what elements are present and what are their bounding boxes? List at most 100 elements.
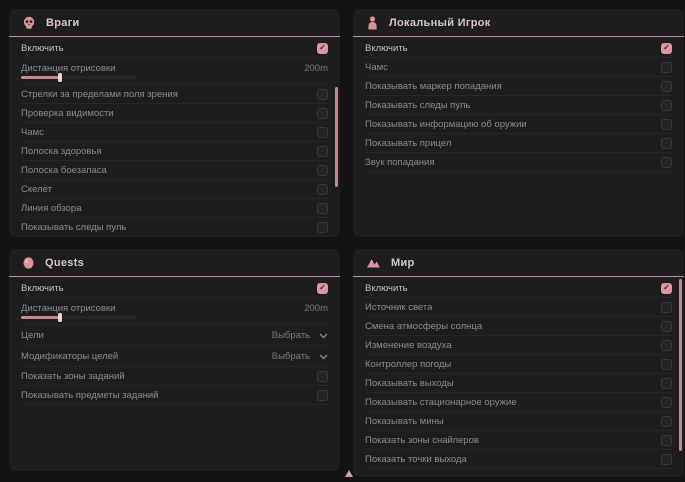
toggle-row[interactable]: Полоска здоровья	[21, 142, 328, 161]
panel-title: Враги	[46, 17, 80, 29]
checkbox[interactable]	[317, 184, 328, 195]
toggle-row[interactable]: Показывать следы пуль	[21, 218, 328, 237]
dropdown-label: Цели	[21, 330, 44, 341]
checkbox[interactable]	[317, 371, 328, 382]
toggle-label: Включить	[21, 283, 64, 294]
scrollbar[interactable]	[679, 279, 682, 451]
toggle-label: Показать зоны снайперов	[365, 435, 479, 446]
checkbox[interactable]	[661, 416, 672, 427]
checkbox[interactable]	[661, 62, 672, 73]
toggle-row[interactable]: Звук попадания	[365, 153, 672, 172]
toggle-label: Включить	[365, 283, 408, 294]
checkbox[interactable]	[661, 397, 672, 408]
chevron-down-icon	[319, 326, 328, 344]
toggle-row[interactable]: Показать точки выхода	[365, 450, 672, 469]
checkbox[interactable]	[317, 127, 328, 138]
toggle-row[interactable]: Изменение воздуха	[365, 336, 672, 355]
toggle-row[interactable]: Стрелки за пределами поля зрения	[21, 85, 328, 104]
slider-row-render-distance[interactable]: Дистанция отрисовки 200m	[21, 298, 328, 325]
checkbox[interactable]	[317, 390, 328, 401]
cursor-pointer	[345, 470, 353, 477]
toggle-row-enable[interactable]: Включить	[21, 39, 328, 58]
toggle-label: Контроллер погоды	[365, 359, 451, 370]
toggle-label: Звук попадания	[365, 157, 435, 168]
toggle-label: Полоска здоровья	[21, 146, 102, 157]
checkbox[interactable]	[661, 138, 672, 149]
toggle-row[interactable]: Контроллер погоды	[365, 355, 672, 374]
slider-row-render-distance[interactable]: Дистанция отрисовки 200m	[21, 58, 328, 85]
toggle-row[interactable]: Показывать маркер попадания	[365, 77, 672, 96]
panel-title: Мир	[391, 257, 415, 269]
dropdown-row-targets[interactable]: Цели Выбрать	[21, 325, 328, 346]
toggle-row[interactable]: Показывать прицел	[365, 134, 672, 153]
toggle-row[interactable]: Показать зоны заданий	[21, 367, 328, 386]
slider-fill[interactable]	[21, 316, 60, 319]
toggle-row-enable[interactable]: Включить	[365, 39, 672, 58]
enable-checkbox[interactable]	[661, 43, 672, 54]
slider-value: 200m	[304, 63, 328, 74]
toggle-row[interactable]: Скелет	[21, 180, 328, 199]
checkbox[interactable]	[661, 119, 672, 130]
toggle-label: Показывать маркер попадания	[365, 81, 502, 92]
toggle-label: Чамс	[365, 62, 388, 73]
checkbox[interactable]	[661, 378, 672, 389]
toggle-row-enable[interactable]: Включить	[21, 279, 328, 298]
chevron-down-icon	[319, 347, 328, 365]
enable-checkbox[interactable]	[317, 43, 328, 54]
render-distance-slider[interactable]	[21, 76, 136, 79]
checkbox[interactable]	[661, 302, 672, 313]
toggle-label: Чамс	[21, 127, 44, 138]
toggle-row[interactable]: Смена атмосферы солнца	[365, 317, 672, 336]
checkbox[interactable]	[317, 165, 328, 176]
toggle-label: Показывать выходы	[365, 378, 454, 389]
panel-title: Локальный Игрок	[389, 17, 491, 29]
toggle-label: Показывать следы пуль	[365, 100, 470, 111]
targets-dropdown[interactable]: Выбрать	[272, 326, 328, 344]
mountain-icon	[366, 256, 381, 269]
render-distance-slider[interactable]	[21, 316, 136, 319]
toggle-row[interactable]: Показывать следы пуль	[365, 96, 672, 115]
toggle-label: Показывать стационарное оружие	[365, 397, 517, 408]
toggle-label: Показывать следы пуль	[21, 222, 126, 233]
enable-checkbox[interactable]	[317, 283, 328, 294]
checkbox[interactable]	[317, 89, 328, 100]
checkbox[interactable]	[661, 454, 672, 465]
toggle-row[interactable]: Показывать информацию об оружии	[365, 115, 672, 134]
checkbox[interactable]	[661, 81, 672, 92]
toggle-row[interactable]: Показывать мины	[365, 412, 672, 431]
checkbox[interactable]	[661, 157, 672, 168]
checkbox[interactable]	[661, 435, 672, 446]
toggle-row[interactable]: Показывать стационарное оружие	[365, 393, 672, 412]
scrollbar[interactable]	[335, 87, 338, 187]
toggle-row[interactable]: Проверка видимости	[21, 104, 328, 123]
toggle-label: Стрелки за пределами поля зрения	[21, 89, 178, 100]
enable-checkbox[interactable]	[661, 283, 672, 294]
checkbox[interactable]	[317, 203, 328, 214]
target-modifiers-dropdown[interactable]: Выбрать	[272, 347, 328, 365]
toggle-row[interactable]: Чамс	[21, 123, 328, 142]
toggle-label: Показывать предметы заданий	[21, 390, 158, 401]
checkbox[interactable]	[661, 100, 672, 111]
checkbox[interactable]	[661, 340, 672, 351]
checkbox[interactable]	[317, 146, 328, 157]
dropdown-row-target-modifiers[interactable]: Модификаторы целей Выбрать	[21, 346, 328, 367]
toggle-row[interactable]: Показывать выходы	[365, 374, 672, 393]
toggle-row[interactable]: Полоска боезапаса	[21, 161, 328, 180]
toggle-row[interactable]: Показывать предметы заданий	[21, 386, 328, 405]
toggle-row[interactable]: Линия обзора	[21, 199, 328, 218]
slider-fill[interactable]	[21, 76, 60, 79]
toggle-label: Смена атмосферы солнца	[365, 321, 482, 332]
toggle-row[interactable]: Источник света	[365, 298, 672, 317]
panel-local-player: Локальный Игрок Включить Чамс Показывать…	[352, 8, 685, 238]
checkbox[interactable]	[661, 321, 672, 332]
checkbox[interactable]	[317, 108, 328, 119]
checkbox[interactable]	[317, 222, 328, 233]
dropdown-value: Выбрать	[272, 351, 310, 362]
toggle-row-enable[interactable]: Включить	[365, 279, 672, 298]
toggle-row[interactable]: Чамс	[365, 58, 672, 77]
panel-enemies: Враги Включить Дистанция отрисовки 200m …	[8, 8, 341, 238]
panel-enemies-header: Враги	[9, 9, 340, 37]
toggle-row[interactable]: Показать зоны снайперов	[365, 431, 672, 450]
panel-title: Quests	[45, 257, 84, 269]
checkbox[interactable]	[661, 359, 672, 370]
